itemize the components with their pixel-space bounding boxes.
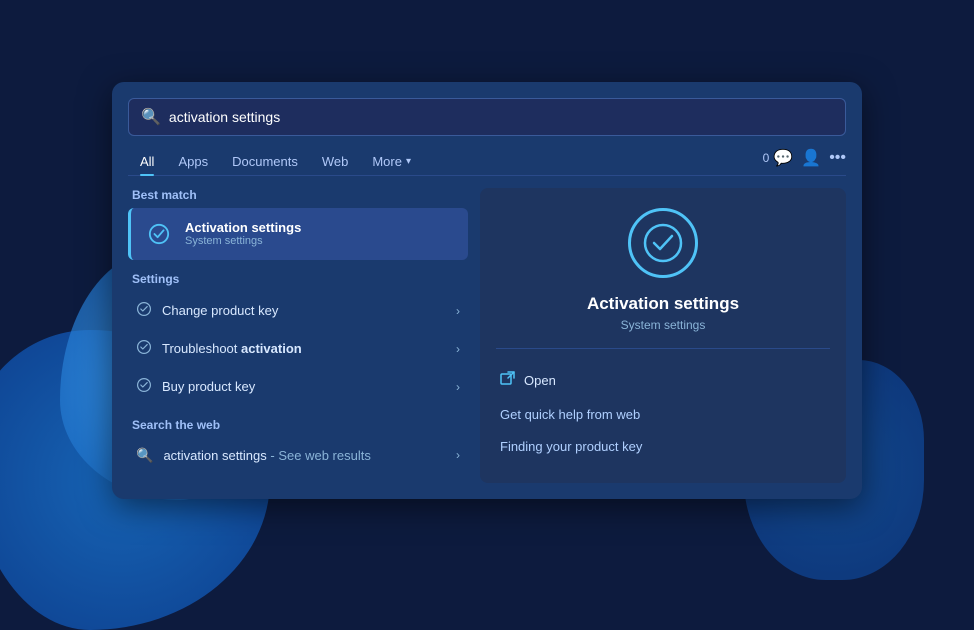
right-panel-title: Activation settings: [587, 294, 739, 314]
chevron-right-icon-2: ›: [456, 342, 460, 356]
tab-more[interactable]: More ▾: [360, 148, 423, 175]
change-product-key-label: Change product key: [162, 303, 456, 318]
settings-list: Change product key › Troubleshoot activa…: [128, 292, 468, 406]
best-match-subtitle: System settings: [185, 235, 301, 247]
web-search-item[interactable]: 🔍 activation settings - See web results …: [128, 438, 468, 473]
best-match-label: Best match: [128, 188, 468, 202]
settings-item-change-product-key[interactable]: Change product key ›: [128, 292, 468, 330]
right-panel: Activation settings System settings Open: [480, 188, 846, 483]
tab-apps[interactable]: Apps: [166, 148, 220, 175]
activation-icon-large: [628, 208, 698, 278]
right-panel-divider: [496, 348, 830, 349]
chat-icon: 💬: [773, 148, 793, 168]
chevron-right-icon-3: ›: [456, 380, 460, 394]
search-panel: 🔍 All Apps Documents Web More ▾ 0 💬 👤 ••…: [112, 82, 862, 499]
web-search-label: Search the web: [128, 418, 468, 432]
more-options-icon[interactable]: •••: [829, 149, 846, 167]
finding-key-label: Finding your product key: [500, 439, 642, 454]
search-input[interactable]: [169, 109, 833, 125]
tab-documents[interactable]: Documents: [220, 148, 310, 175]
chevron-right-icon-1: ›: [456, 304, 460, 318]
settings-label: Settings: [128, 272, 468, 286]
open-button[interactable]: Open: [496, 363, 830, 399]
tabs-bar: All Apps Documents Web More ▾ 0 💬 👤 •••: [128, 148, 846, 176]
web-search-query-label: activation settings - See web results: [163, 448, 456, 463]
best-match-item[interactable]: Activation settings System settings: [128, 208, 468, 260]
circle-check-icon-1: [136, 301, 152, 321]
right-panel-actions: Open Get quick help from web Finding you…: [496, 363, 830, 463]
tab-web[interactable]: Web: [310, 148, 361, 175]
tab-actions: 0 💬 👤 •••: [763, 148, 846, 174]
activation-settings-icon: [143, 218, 175, 250]
best-match-title: Activation settings: [185, 220, 301, 235]
left-panel: Best match Activation settings System se…: [128, 188, 468, 483]
best-match-text: Activation settings System settings: [185, 220, 301, 247]
tab-all[interactable]: All: [128, 148, 166, 175]
open-label: Open: [524, 373, 556, 388]
troubleshoot-label: Troubleshoot activation: [162, 341, 456, 356]
finding-key-link[interactable]: Finding your product key: [496, 431, 830, 463]
quick-help-link[interactable]: Get quick help from web: [496, 399, 830, 431]
person-icon[interactable]: 👤: [801, 148, 821, 168]
main-content: Best match Activation settings System se…: [128, 188, 846, 483]
badge-count: 0 💬: [763, 148, 794, 168]
chevron-down-icon: ▾: [406, 156, 411, 167]
open-external-icon: [500, 371, 516, 391]
search-icon: 🔍: [141, 107, 161, 127]
quick-help-label: Get quick help from web: [500, 407, 640, 422]
right-panel-subtitle: System settings: [621, 318, 706, 332]
buy-product-key-label: Buy product key: [162, 379, 456, 394]
web-search-query-icon: 🔍: [136, 447, 153, 464]
circle-check-icon-2: [136, 339, 152, 359]
search-bar: 🔍: [128, 98, 846, 136]
settings-item-troubleshoot[interactable]: Troubleshoot activation ›: [128, 330, 468, 368]
chevron-right-icon-web: ›: [456, 448, 460, 462]
settings-item-buy-product-key[interactable]: Buy product key ›: [128, 368, 468, 406]
circle-check-icon-3: [136, 377, 152, 397]
